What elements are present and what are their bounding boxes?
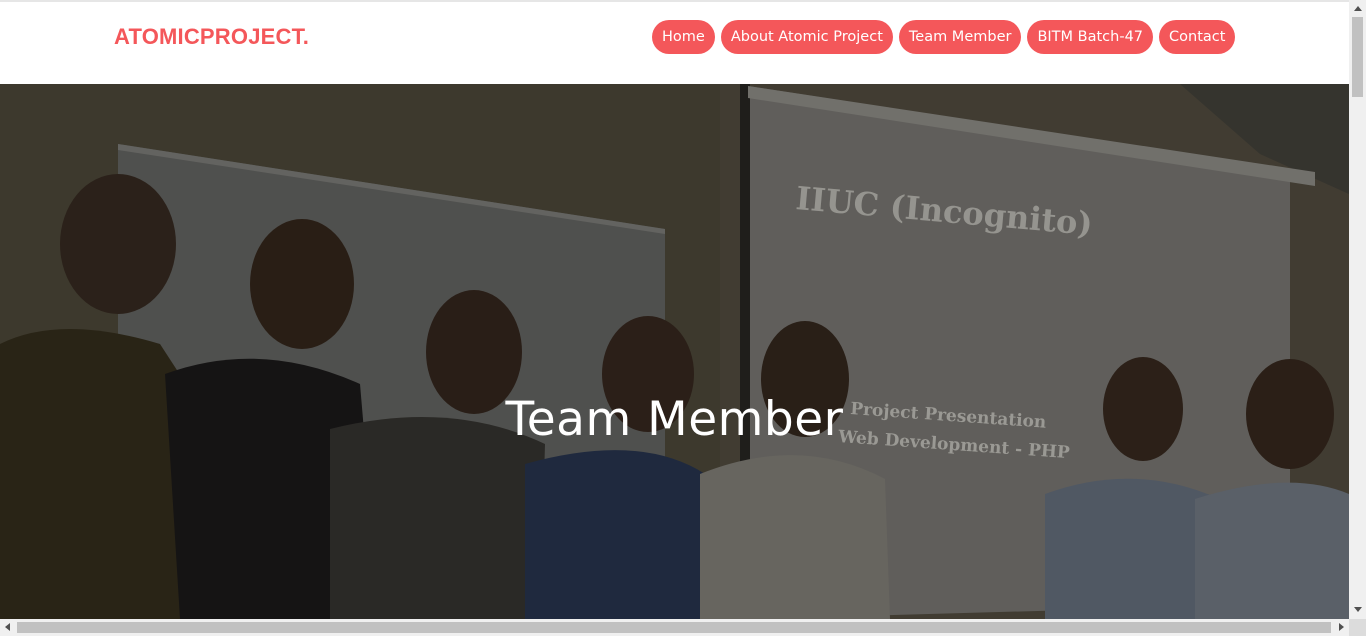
horizontal-scroll-thumb[interactable] xyxy=(17,622,1331,633)
horizontal-scrollbar[interactable] xyxy=(0,619,1349,636)
hero-banner: IIUC (Incognito) Project Presentation We… xyxy=(0,84,1349,619)
nav-team-member[interactable]: Team Member xyxy=(898,20,1022,54)
vertical-scrollbar[interactable] xyxy=(1349,0,1366,619)
nav-contact[interactable]: Contact xyxy=(1159,20,1236,54)
scrollbar-corner xyxy=(1349,619,1366,636)
scroll-left-icon[interactable] xyxy=(5,623,10,631)
nav-bitm-batch[interactable]: BITM Batch-47 xyxy=(1027,20,1154,54)
scroll-down-icon[interactable] xyxy=(1354,607,1362,612)
scroll-up-icon[interactable] xyxy=(1354,6,1362,11)
hero-photo: IIUC (Incognito) Project Presentation We… xyxy=(0,84,1349,619)
site-header: ATOMICPROJECT. Home About Atomic Project… xyxy=(0,2,1349,84)
browser-viewport: ATOMICPROJECT. Home About Atomic Project… xyxy=(0,0,1349,619)
nav-about-atomic-project[interactable]: About Atomic Project xyxy=(720,20,893,54)
scroll-right-icon[interactable] xyxy=(1339,623,1344,631)
hero-title: Team Member xyxy=(505,392,844,447)
nav-home[interactable]: Home xyxy=(652,20,715,54)
main-nav: Home About Atomic Project Team Member BI… xyxy=(652,20,1236,54)
site-logo[interactable]: ATOMICPROJECT. xyxy=(114,24,309,50)
vertical-scroll-thumb[interactable] xyxy=(1352,17,1363,97)
